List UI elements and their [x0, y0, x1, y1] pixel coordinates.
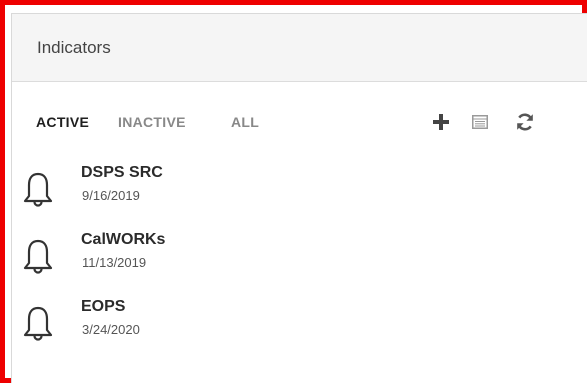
plus-icon — [433, 114, 449, 130]
refresh-button[interactable] — [514, 111, 536, 133]
indicator-date: 11/13/2019 — [82, 255, 147, 270]
list-item[interactable]: CalWORKs 11/13/2019 — [22, 231, 422, 291]
bell-icon — [23, 172, 53, 207]
list-item[interactable]: EOPS 3/24/2020 — [22, 298, 422, 358]
refresh-icon — [517, 113, 533, 131]
panel-header: Indicators — [12, 14, 587, 82]
table-icon — [472, 115, 488, 129]
indicator-date: 9/16/2019 — [82, 188, 140, 203]
tab-inactive[interactable]: INACTIVE — [118, 114, 186, 130]
indicator-name: EOPS — [81, 298, 126, 315]
indicator-date: 3/24/2020 — [82, 322, 140, 337]
indicator-name: CalWORKs — [81, 231, 166, 248]
add-button[interactable] — [430, 111, 452, 133]
tab-active[interactable]: ACTIVE — [36, 114, 89, 130]
indicators-toolbar: ACTIVE INACTIVE ALL — [36, 111, 587, 134]
list-item[interactable]: DSPS SRC 9/16/2019 — [22, 164, 422, 224]
table-view-button[interactable] — [469, 111, 491, 133]
bell-icon — [23, 306, 53, 341]
indicator-name: DSPS SRC — [81, 164, 163, 181]
bell-icon — [23, 239, 53, 274]
tab-all[interactable]: ALL — [231, 114, 259, 130]
panel-title: Indicators — [37, 37, 111, 57]
